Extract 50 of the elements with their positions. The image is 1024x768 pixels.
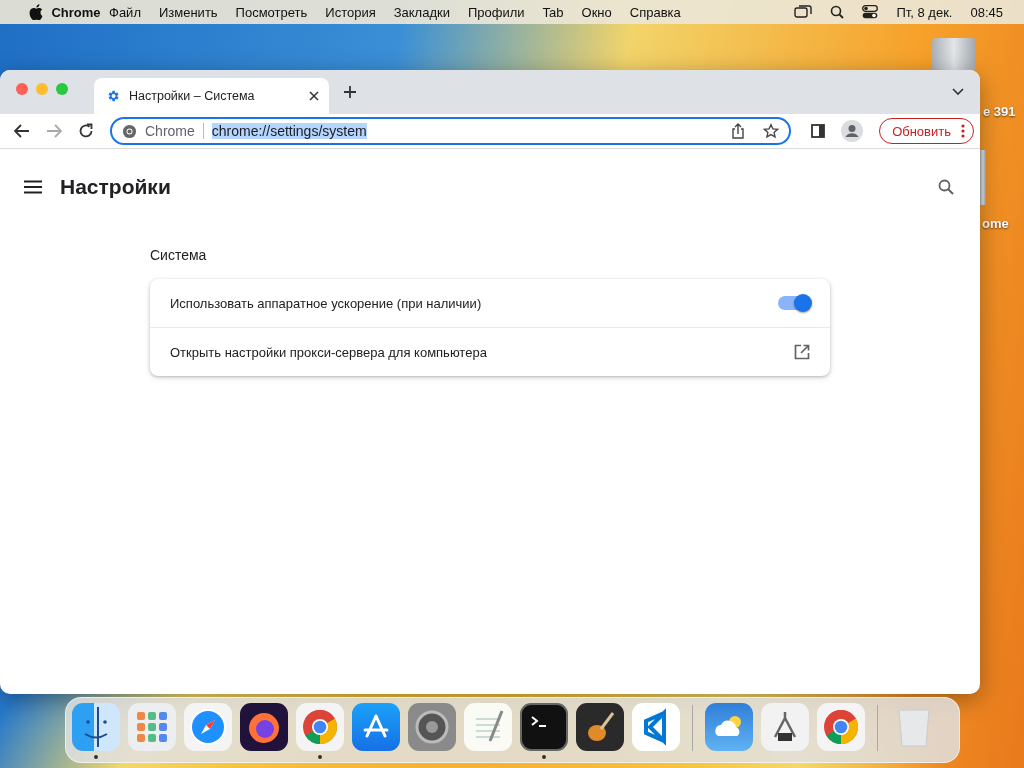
share-icon[interactable] [731,123,746,139]
menu-item[interactable]: Tab [533,4,573,20]
profile-avatar-icon[interactable] [841,120,864,142]
site-chip-label: Chrome [145,123,195,139]
menu-icon[interactable] [24,180,42,194]
finder-face-icon[interactable] [72,703,120,751]
app-grid-icon[interactable] [128,703,176,751]
menu-item[interactable]: Файл [100,4,150,20]
menu-item[interactable]: Профили [458,4,534,20]
menu-item[interactable]: Chrome [52,0,100,36]
menu-item[interactable]: Изменить [149,4,227,20]
guitar-icon[interactable] [576,703,624,751]
apple-icon[interactable] [29,4,43,20]
side-panel-icon[interactable] [811,124,826,138]
screens-icon[interactable] [794,5,813,19]
menu-item[interactable]: Окно [572,4,621,20]
menu-item[interactable]: Посмотреть [226,4,317,20]
caliper-chip-icon[interactable] [761,703,809,751]
chrome-logo-icon [122,123,137,139]
search-icon[interactable] [830,5,845,19]
browser-tab[interactable]: Настройки – Система [94,78,329,114]
update-button[interactable]: Обновить [879,118,974,144]
address-bar[interactable]: Chrome chrome://settings/system [110,117,792,145]
external-link-icon[interactable] [794,344,810,360]
menu-date[interactable]: Пт, 8 дек. [887,4,962,20]
app-store-icon[interactable] [352,703,400,751]
setting-label: Использовать аппаратное ускорение (при наличии) [170,295,482,311]
star-icon[interactable] [763,123,780,139]
url-text[interactable]: chrome://settings/system [211,123,367,139]
page-title: Настройки [60,175,171,199]
menu-time[interactable]: 08:45 [961,4,1012,20]
new-tab-icon[interactable] [343,85,357,99]
setting-label: Открыть настройки прокси-сервера для компьютера [170,344,487,360]
more-vertical-icon[interactable] [961,124,965,138]
reload-icon[interactable] [78,123,94,139]
search-icon[interactable] [938,179,954,195]
compass-icon[interactable] [184,703,232,751]
back-arrow-icon[interactable] [14,124,30,138]
menu-item[interactable]: Закладки [384,4,459,20]
menu-item[interactable]: История [316,4,385,20]
notepad-pen-icon[interactable] [464,703,512,751]
cloud-sun-icon[interactable] [705,703,753,751]
section-title: Система [150,247,208,263]
terminal-icon[interactable] [520,703,568,751]
toggle-switch[interactable] [778,296,810,310]
chevron-down-icon[interactable] [952,88,964,96]
control-center-icon[interactable] [862,5,879,19]
code-editor-icon[interactable] [632,703,680,751]
menu-item[interactable]: Справка [620,4,690,20]
close-icon[interactable] [309,91,319,101]
